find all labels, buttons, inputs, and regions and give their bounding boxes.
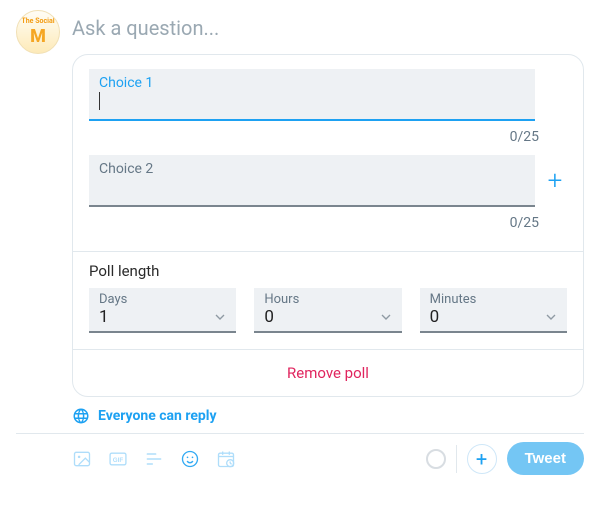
select-value: 1	[99, 307, 109, 327]
poll-choice-1-counter: 0/25	[89, 125, 567, 155]
avatar-text-top: The Social	[21, 17, 54, 25]
schedule-icon[interactable]	[216, 449, 236, 469]
poll-choice-value	[99, 91, 525, 111]
poll-choice-row: Choice 1	[89, 69, 567, 121]
char-count-ring	[426, 449, 446, 469]
tweet-composer: The Social M Ask a question... Choice 1 …	[0, 0, 600, 487]
emoji-icon[interactable]	[180, 449, 200, 469]
avatar-text-bottom: M	[30, 26, 46, 47]
image-icon[interactable]	[72, 449, 92, 469]
poll-hours-select[interactable]: Hours 0	[254, 288, 401, 333]
toolbar-left: GIF	[72, 449, 236, 469]
composer-toolbar: GIF + Tweet	[16, 433, 584, 475]
composer-top-row: The Social M Ask a question... Choice 1 …	[16, 10, 584, 475]
tweet-text-input[interactable]: Ask a question...	[72, 10, 584, 54]
poll-choice-value	[99, 177, 525, 197]
text-cursor	[99, 92, 100, 110]
poll-days-select[interactable]: Days 1	[89, 288, 236, 333]
poll-choice-row: Choice 2 +	[89, 155, 567, 207]
poll-choice-1-input[interactable]: Choice 1	[89, 69, 535, 121]
poll-minutes-select[interactable]: Minutes 0	[420, 288, 567, 333]
select-label: Minutes	[430, 292, 559, 307]
poll-choice-2-input[interactable]: Choice 2	[89, 155, 535, 207]
gif-icon[interactable]: GIF	[108, 449, 128, 469]
tweet-button[interactable]: Tweet	[507, 442, 584, 475]
remove-poll-button[interactable]: Remove poll	[73, 350, 583, 396]
toolbar-right: + Tweet	[426, 442, 584, 475]
poll-card: Choice 1 0/25 Choice 2 + 0/	[72, 54, 584, 397]
chevron-down-icon	[378, 309, 394, 325]
poll-choices: Choice 1 0/25 Choice 2 + 0/	[73, 55, 583, 251]
select-label: Days	[99, 292, 228, 307]
poll-length-row: Days 1 Hours 0	[89, 288, 567, 333]
add-choice-button[interactable]: +	[543, 159, 567, 203]
svg-text:GIF: GIF	[113, 456, 124, 463]
reply-settings-button[interactable]: Everyone can reply	[72, 397, 584, 429]
globe-icon	[72, 407, 90, 425]
add-thread-button[interactable]: +	[467, 444, 497, 474]
chevron-down-icon	[212, 309, 228, 325]
poll-choice-label: Choice 2	[99, 161, 525, 177]
reply-settings-label: Everyone can reply	[98, 408, 217, 424]
divider	[456, 445, 457, 473]
poll-length-section: Poll length Days 1 Ho	[73, 252, 583, 349]
poll-choice-label: Choice 1	[99, 75, 525, 91]
poll-icon[interactable]	[144, 449, 164, 469]
select-label: Hours	[264, 292, 393, 307]
avatar[interactable]: The Social M	[16, 10, 60, 54]
poll-choice-2-counter: 0/25	[89, 211, 567, 241]
chevron-down-icon	[543, 309, 559, 325]
select-value: 0	[264, 307, 274, 327]
poll-length-title: Poll length	[89, 262, 567, 280]
compose-main: Ask a question... Choice 1 0/25	[72, 10, 584, 475]
select-value: 0	[430, 307, 440, 327]
